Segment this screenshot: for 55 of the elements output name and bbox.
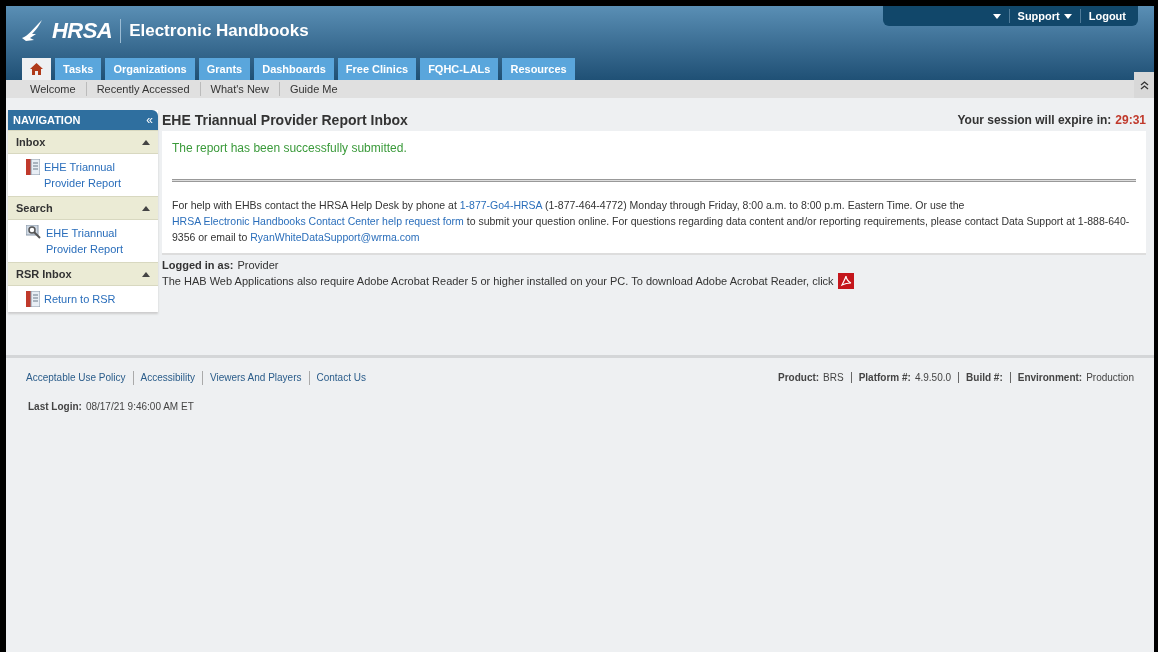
magnifier-icon [26,225,42,239]
menu-link[interactable]: Support [1017,7,1072,25]
section-header[interactable]: Inbox [8,130,158,154]
session-timer: 29:31 [1115,112,1146,129]
home-icon [30,63,43,75]
footer-link[interactable]: Contact Us [316,370,366,385]
hrsa-logo: HRSA [52,17,113,45]
info-label: Build #: [966,370,1003,385]
logged-in-value: Provider [237,258,279,273]
document-icon [26,291,40,307]
document-icon [26,159,40,175]
success-message: The report has been successfully submitted. [172,140,408,157]
collapse-header-button[interactable] [1134,72,1154,98]
help-text: For help with EHBs contact the HRSA Help Desk by phone at 1-877-Go4-HRSA (1-877-464-4772) Monday through Friday, 8:00 a.m. to 8:00 p.m. Eastern Time. Or use the HRSA Electronic Handbooks Contact Center help request form to submit your question online. For questions regarding data content and/or reporting requirements, please contact Data Support at 1-888-640-9356 or email to RyanWhiteDataSupport@wrma.com [172,198,1131,245]
footer-link[interactable]: Acceptable Use Policy [26,370,126,385]
collapse-icon [142,271,150,277]
help-link[interactable]: Contact Center help request form [308,215,467,227]
subnav-link[interactable]: Guide Me [289,80,338,98]
menu-link[interactable]: Logout [1088,7,1126,25]
nav-link[interactable]: EHE Triannual Provider Report [46,225,140,257]
info-label: Platform #: [858,370,911,385]
caret-icon [992,13,1001,19]
collapse-sidebar-button[interactable]: « [146,111,153,129]
info-value: BRS [823,370,844,385]
section-header[interactable]: Search [8,196,158,220]
double-chevron-up-icon [1139,80,1149,90]
session-label: Your session will expire in: [957,112,1112,129]
subnav-link[interactable]: Welcome [30,80,76,98]
navigation-title: NAVIGATION [13,112,81,128]
pdf-download-icon[interactable] [837,273,854,289]
info-value: Production [1086,370,1134,385]
footer-link[interactable]: Viewers And Players [209,370,302,385]
app-title: Electronic Handbooks [129,19,309,42]
last-login-value: 08/17/21 9:46:00 AM ET [85,400,194,414]
collapse-icon [142,139,150,145]
info-label: Environment: [1017,370,1083,385]
caret-icon [1063,13,1072,19]
acrobat-notice: The HAB Web Applications also require Adobe Acrobat Reader 5 or higher installed on your PC. To download Adobe Acrobat Reader, click [162,273,834,289]
help-link[interactable]: RyanWhiteDataSupport@wrma.com [250,231,420,243]
nav-link[interactable]: Return to RSR [44,291,116,307]
footer-link[interactable]: Accessibility [140,370,195,385]
dropdown-button[interactable] [992,13,1001,19]
home-tab[interactable] [22,58,51,80]
subnav-link[interactable]: Recently Accessed [96,80,190,98]
logged-in-label: Logged in as: [162,258,234,273]
last-login-label: Last Login: [28,400,82,414]
section-header[interactable]: RSR Inbox [8,262,158,286]
help-link[interactable]: HRSA Electronic Handbooks [172,215,309,227]
collapse-icon [142,205,150,211]
page-title: EHE Triannual Provider Report Inbox [162,110,408,130]
help-link[interactable]: 1-877-Go4-HRSA [459,199,545,211]
subnav-link[interactable]: What's New [210,80,269,98]
info-value: 4.9.50.0 [914,370,952,385]
nav-link[interactable]: EHE Triannual Provider Report [44,159,140,191]
info-label: Product: [778,370,820,385]
